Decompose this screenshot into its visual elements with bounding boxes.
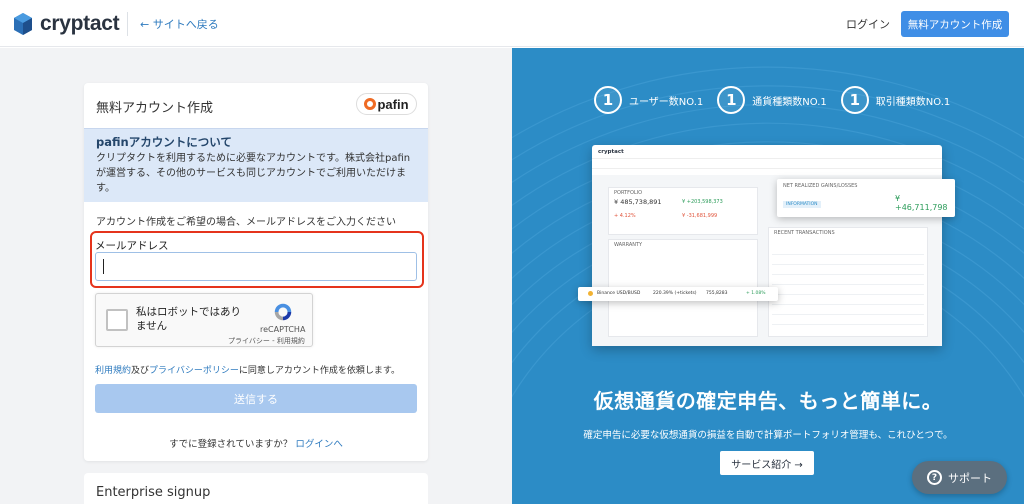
enterprise-signup-title: Enterprise signup [96, 485, 211, 500]
mock-logo: cryptact [598, 149, 624, 155]
info-line: が運営する、その他のサービスも同じアカウントでご利用いただけま [96, 168, 406, 179]
mock-warranty-label: WARRANTY [614, 242, 643, 248]
mock-information-tag: INFORMATION [783, 201, 821, 208]
help-icon: ? [927, 470, 942, 485]
already-registered: すでに登録されていますか？ ログインへ [84, 436, 428, 450]
recaptcha-label-line: 私はロボットではあり [136, 306, 241, 318]
mock-portfolio-value: ¥ 485,738,891 [614, 198, 662, 206]
laurel-badge-icon: 1 [594, 86, 622, 114]
email-field[interactable] [95, 252, 417, 281]
card-title: 無料アカウント作成 [96, 101, 214, 116]
promo-headline: 仮想通貨の確定申告、もっと簡単に。 [593, 389, 943, 413]
text-cursor [103, 259, 104, 274]
recaptcha-privacy-links[interactable]: プライバシー - 利用規約 [228, 336, 305, 346]
pafin-logo-mark [364, 98, 377, 110]
promo-subline: 確定申告に必要な仮想通貨の損益を自動で計算ポートフォリオ管理も、これひとつで。 [583, 430, 953, 441]
terms-link[interactable]: 利用規約 [95, 366, 131, 376]
support-button[interactable]: ? サポート [912, 461, 1007, 494]
laurel-badge-icon: 1 [840, 86, 869, 114]
mock-recent-label: RECENT TRANSACTIONS [774, 230, 835, 236]
submit-button[interactable]: 送信する [95, 384, 417, 413]
mock-highlight-row: Binance USD/BUSD 220.39% (+tickets) 755,… [578, 287, 778, 301]
privacy-policy-link[interactable]: プライバシーポリシー [149, 366, 239, 376]
mock-row-coin: Binance USD/BUSD [597, 291, 641, 296]
recaptcha-checkbox[interactable] [106, 309, 128, 331]
recaptcha-brand: reCAPTCHA [260, 325, 306, 334]
info-line: す。 [96, 183, 115, 194]
laurel-badge-icon: 1 [717, 86, 746, 114]
pafin-info-box: pafinアカウントについて クリプタクトを利用するために必要なアカウントです。… [84, 128, 428, 202]
mock-transaction-rows [772, 245, 924, 329]
mock-row-value: 755,8283 [706, 291, 728, 296]
mock-header [592, 145, 942, 159]
support-label: サポート [948, 471, 992, 485]
award-badge: 1 取引種類数NO.1 [840, 86, 951, 114]
mock-coin-icon [588, 291, 593, 296]
app-screenshot: cryptact PORTFOLIO ¥ 485,738,891 ¥ +203,… [592, 145, 942, 346]
logo-text: cryptact [40, 12, 120, 35]
login-page-link[interactable]: ログインへ [295, 439, 343, 450]
back-to-site-link[interactable]: ← サイトへ戻る [140, 16, 219, 32]
terms-suffix: に同意しアカウント作成を依頼します。 [238, 366, 400, 376]
mock-portfolio-loss: ¥ -31,681,999 [682, 213, 718, 219]
top-navigation-bar: cryptact ← サイトへ戻る ログイン 無料アカウント作成 [0, 0, 1024, 47]
terms-and: 及び [131, 366, 150, 376]
award-badge-label: 通貨種類数NO.1 [752, 96, 827, 108]
cryptact-logo-icon [14, 13, 32, 35]
award-badges: 1 ユーザー数NO.1 1 通貨種類数NO.1 1 取引種類数NO.1 [594, 86, 950, 114]
pafin-logo-text: pafin [377, 96, 409, 112]
mock-net-label: NET REALIZED GAINS/LOSSES [783, 183, 858, 189]
award-badge: 1 通貨種類数NO.1 [717, 86, 827, 114]
recaptcha-widget: 私はロボットではあり ません reCAPTCHA プライバシー - 利用規約 [95, 293, 313, 347]
mock-row-pct: + 1.08% [746, 291, 766, 296]
mock-portfolio-pct: + 4.12% [614, 213, 636, 219]
award-badge-label: 取引種類数NO.1 [875, 96, 951, 108]
award-badge: 1 ユーザー数NO.1 [594, 86, 703, 114]
enterprise-signup-card[interactable]: Enterprise signup [84, 473, 428, 504]
recaptcha-label: 私はロボットではあり ません [136, 305, 246, 333]
signup-card: 無料アカウント作成 pafin pafinアカウントについて クリプタクトを利用… [84, 83, 428, 461]
pafin-logo: pafin [356, 93, 417, 115]
signup-button[interactable]: 無料アカウント作成 [901, 11, 1009, 37]
mock-net-gains-popup: NET REALIZED GAINS/LOSSES INFORMATION ¥ … [777, 179, 955, 217]
email-label: メールアドレス [95, 240, 169, 252]
info-line: クリプタクトを利用するために必要なアカウントです。株式会社pafin [96, 153, 411, 164]
terms-consent-text: 利用規約及びプライバシーポリシーに同意しアカウント作成を依頼します。 [95, 363, 400, 376]
email-prompt: アカウント作成をご希望の場合、メールアドレスをご入力ください [96, 217, 396, 228]
mock-row-amount: 220.39% (+tickets) [653, 291, 697, 296]
already-text: すでに登録されていますか？ [169, 439, 293, 450]
mock-tabs [592, 159, 942, 169]
award-badge-label: ユーザー数NO.1 [629, 96, 704, 108]
cryptact-logo[interactable]: cryptact [12, 12, 120, 36]
info-title: pafinアカウントについて [96, 135, 232, 149]
mock-portfolio-label: PORTFOLIO [614, 190, 643, 196]
mock-net-value: ¥ +46,711,798 [895, 194, 948, 212]
promo-pane: 1 ユーザー数NO.1 1 通貨種類数NO.1 1 取引種類数NO.1 cryp… [512, 48, 1024, 504]
login-link[interactable]: ログイン [846, 16, 890, 32]
recaptcha-icon [274, 303, 292, 321]
info-body: クリプタクトを利用するために必要なアカウントです。株式会社pafin が運営する… [96, 151, 416, 196]
mock-portfolio-gain: ¥ +203,598,373 [682, 199, 723, 205]
recaptcha-label-line: ません [136, 320, 168, 332]
header-divider [127, 12, 128, 36]
service-intro-button[interactable]: サービス紹介 → [720, 451, 814, 475]
